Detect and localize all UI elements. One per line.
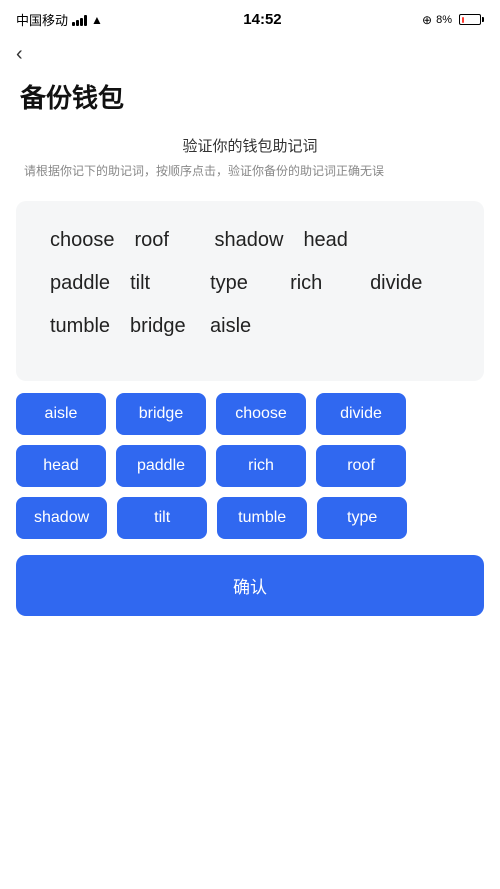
back-button[interactable]: ‹ (0, 35, 39, 70)
subtitle-section: 验证你的钱包助记词 请根据你记下的助记词，按顺序点击，验证你备份的助记词正确无误 (0, 135, 500, 189)
word-button[interactable]: head (16, 445, 106, 487)
word-display-card: chooseroofshadowhead paddletilttyperichd… (16, 201, 484, 381)
status-right: ⊕ 8% (422, 13, 484, 27)
display-word: rich (280, 264, 360, 303)
word-button[interactable]: paddle (116, 445, 206, 487)
carrier-label: 中国移动 (16, 10, 68, 29)
word-button[interactable]: divide (316, 393, 406, 435)
subtitle-main: 验证你的钱包助记词 (20, 135, 480, 156)
word-button[interactable]: tumble (217, 497, 307, 539)
display-word: head (293, 221, 373, 260)
confirm-button[interactable]: 确认 (16, 555, 484, 616)
word-button[interactable]: rich (216, 445, 306, 487)
display-word: divide (360, 264, 440, 303)
page-title: 备份钱包 (0, 70, 500, 135)
display-word: bridge (120, 307, 200, 346)
word-row-2: paddletilttyperichdivide (40, 264, 460, 303)
word-button[interactable]: aisle (16, 393, 106, 435)
display-word: type (200, 264, 280, 303)
signal-icon (72, 14, 87, 26)
subtitle-desc: 请根据你记下的助记词，按顺序点击，验证你备份的助记词正确无误 (20, 162, 480, 181)
battery-indicator (459, 14, 484, 25)
status-left: 中国移动 ▲ (16, 10, 103, 29)
word-button[interactable]: bridge (116, 393, 206, 435)
word-button[interactable]: choose (216, 393, 306, 435)
display-word: roof (125, 221, 205, 260)
word-buttons-grid: aislebridgechoosedivide headpaddlerichroo… (16, 393, 484, 539)
word-row-1: chooseroofshadowhead (40, 221, 460, 260)
confirm-section: 确认 (16, 555, 484, 616)
display-word: choose (40, 221, 125, 260)
status-bar: 中国移动 ▲ 14:52 ⊕ 8% (0, 0, 500, 35)
word-button[interactable]: type (317, 497, 407, 539)
display-word: paddle (40, 264, 120, 303)
battery-icon: ⊕ (422, 13, 432, 27)
display-word: shadow (205, 221, 294, 260)
word-button[interactable]: roof (316, 445, 406, 487)
battery-label: 8% (436, 14, 452, 26)
time-display: 14:52 (243, 11, 281, 28)
display-word: tumble (40, 307, 120, 346)
word-button[interactable]: shadow (16, 497, 107, 539)
wifi-icon: ▲ (91, 13, 103, 27)
display-word: tilt (120, 264, 200, 303)
display-word: aisle (200, 307, 280, 346)
word-button[interactable]: tilt (117, 497, 207, 539)
word-row-3: tumblebridgeaisle (40, 307, 460, 346)
